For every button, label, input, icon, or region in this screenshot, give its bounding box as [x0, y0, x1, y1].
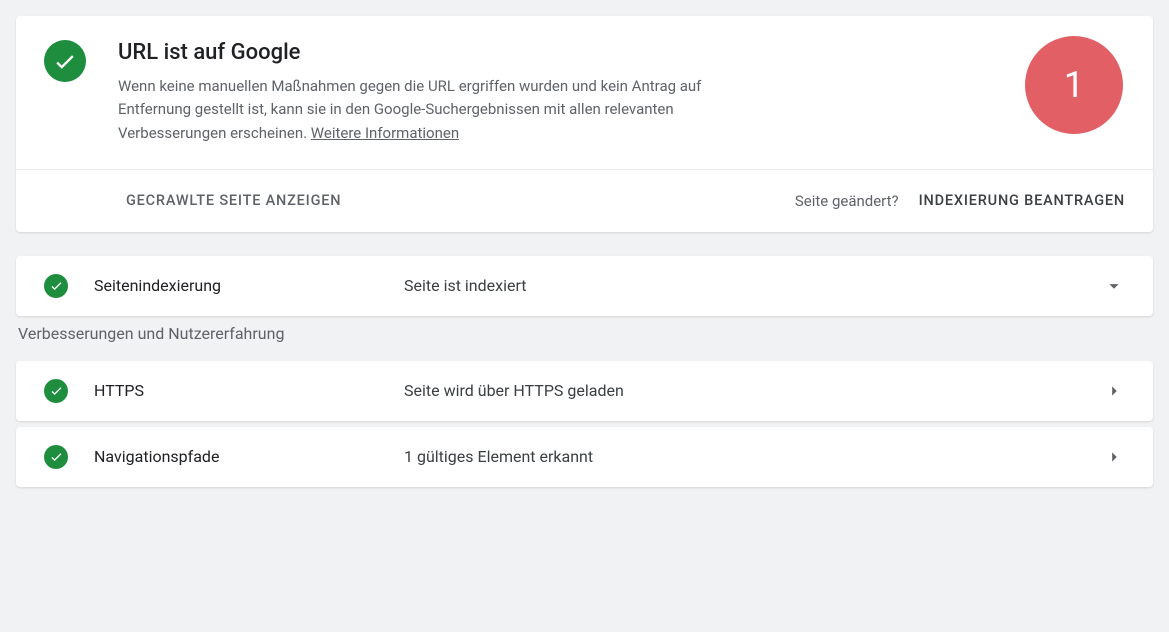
https-row[interactable]: HTTPS Seite wird über HTTPS geladen	[16, 361, 1153, 421]
status-title: URL ist auf Google	[118, 40, 758, 65]
status-description: Wenn keine manuellen Maßnahmen gegen die…	[118, 75, 758, 145]
row-status: 1 gültiges Element erkannt	[404, 447, 1103, 466]
checkmark-circle-icon	[44, 274, 68, 298]
section-heading: Verbesserungen und Nutzererfahrung	[18, 324, 1153, 343]
row-label: HTTPS	[94, 381, 404, 400]
header-text: URL ist auf Google Wenn keine manuellen …	[118, 40, 758, 145]
row-label: Seitenindexierung	[94, 276, 404, 295]
breadcrumbs-row[interactable]: Navigationspfade 1 gültiges Element erka…	[16, 427, 1153, 487]
annotation-badge: 1	[1025, 36, 1123, 134]
card-footer: GECRAWLTE SEITE ANZEIGEN Seite geändert?…	[16, 169, 1153, 232]
row-status: Seite ist indexiert	[404, 276, 1103, 295]
card-header: URL ist auf Google Wenn keine manuellen …	[16, 16, 1153, 169]
chevron-right-icon	[1103, 446, 1125, 468]
indexing-row[interactable]: Seitenindexierung Seite ist indexiert	[16, 256, 1153, 316]
checkmark-circle-icon	[44, 379, 68, 403]
checkmark-circle-icon	[44, 445, 68, 469]
checkmark-circle-icon	[44, 40, 86, 82]
chevron-right-icon	[1103, 380, 1125, 402]
page-changed-label: Seite geändert?	[795, 192, 899, 210]
view-crawled-page-button[interactable]: GECRAWLTE SEITE ANZEIGEN	[126, 192, 341, 209]
row-label: Navigationspfade	[94, 447, 404, 466]
chevron-down-icon	[1103, 275, 1125, 297]
url-status-card: URL ist auf Google Wenn keine manuellen …	[16, 16, 1153, 232]
row-status: Seite wird über HTTPS geladen	[404, 381, 1103, 400]
learn-more-link[interactable]: Weitere Informationen	[311, 124, 459, 142]
request-indexing-button[interactable]: INDEXIERUNG BEANTRAGEN	[919, 192, 1125, 209]
